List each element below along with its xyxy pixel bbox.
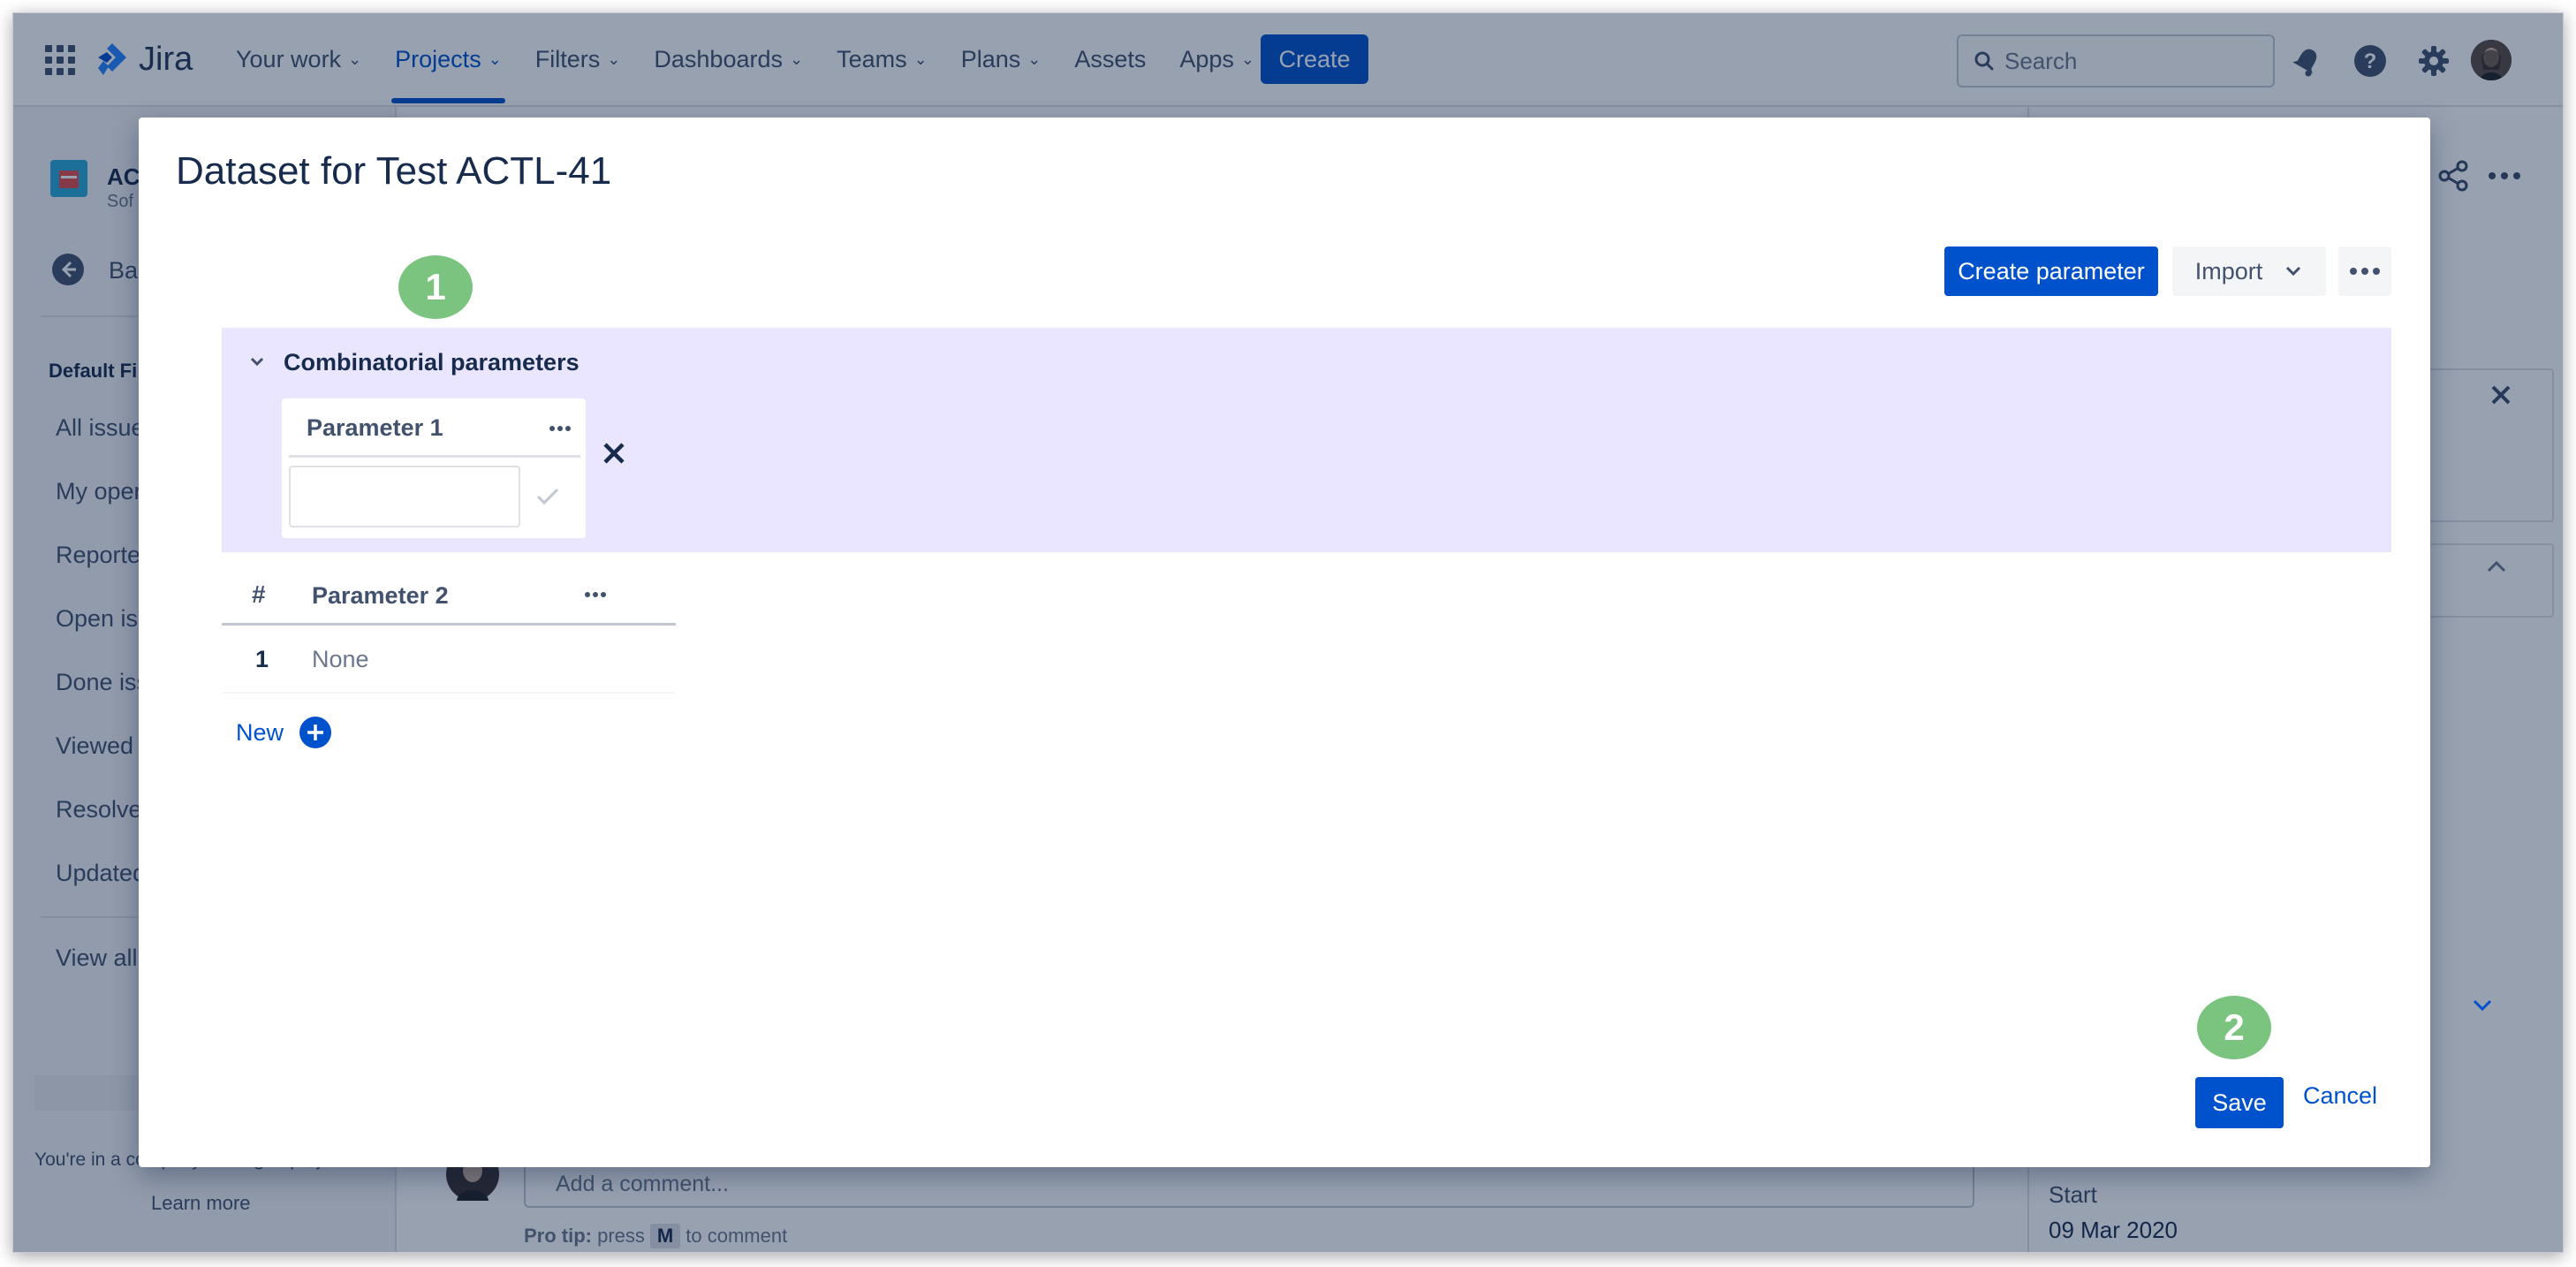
app-window: Jira Your work ⌄ Projects ⌄ Filters ⌄ Dashb…: [12, 12, 2564, 1253]
combinatorial-title: Combinatorial parameters: [284, 349, 580, 376]
parameter-1-input[interactable]: [289, 466, 520, 527]
cancel-button[interactable]: Cancel: [2303, 1082, 2377, 1110]
more-options-button[interactable]: [2338, 247, 2391, 296]
chevron-up-icon[interactable]: [2485, 558, 2508, 575]
step-badge-1: 1: [398, 255, 473, 319]
chevron-down-icon[interactable]: [248, 356, 266, 368]
dataset-modal: Dataset for Test ACTL-41 1 Create parame…: [139, 118, 2430, 1167]
combinatorial-parameters-section: Combinatorial parameters Parameter 1: [222, 328, 2391, 552]
column-header-index: #: [252, 580, 266, 608]
row-value[interactable]: None: [312, 646, 369, 673]
more-horizontal-icon[interactable]: [549, 425, 572, 432]
parameter-1-card: Parameter 1: [282, 398, 586, 538]
add-icon: [299, 717, 332, 748]
table-header-row: # Parameter 2: [222, 566, 676, 626]
table-row: 1 None: [222, 626, 676, 694]
parameter-1-header: Parameter 1: [289, 398, 580, 458]
close-icon[interactable]: [602, 441, 626, 466]
more-actions-icon[interactable]: [2487, 167, 2522, 185]
more-horizontal-icon[interactable]: [584, 591, 607, 598]
close-icon[interactable]: [2489, 383, 2513, 407]
row-index: 1: [255, 646, 269, 672]
chevron-down-icon[interactable]: [2471, 996, 2494, 1013]
import-button[interactable]: Import: [2172, 247, 2326, 296]
more-horizontal-icon: [2350, 268, 2380, 275]
step-badge-2: 2: [2197, 996, 2271, 1059]
save-button[interactable]: Save: [2195, 1077, 2284, 1128]
modal-title: Dataset for Test ACTL-41: [176, 149, 612, 193]
share-icon[interactable]: [2437, 160, 2469, 192]
parameter-1-label: Parameter 1: [307, 414, 443, 441]
chevron-down-icon: [2286, 266, 2301, 277]
create-parameter-button[interactable]: Create parameter: [1944, 247, 2158, 296]
check-icon[interactable]: [534, 485, 561, 508]
new-row-button[interactable]: New: [236, 717, 332, 748]
column-header-parameter-2: Parameter 2: [312, 582, 449, 609]
import-label: Import: [2194, 257, 2263, 285]
new-label: New: [236, 718, 284, 746]
